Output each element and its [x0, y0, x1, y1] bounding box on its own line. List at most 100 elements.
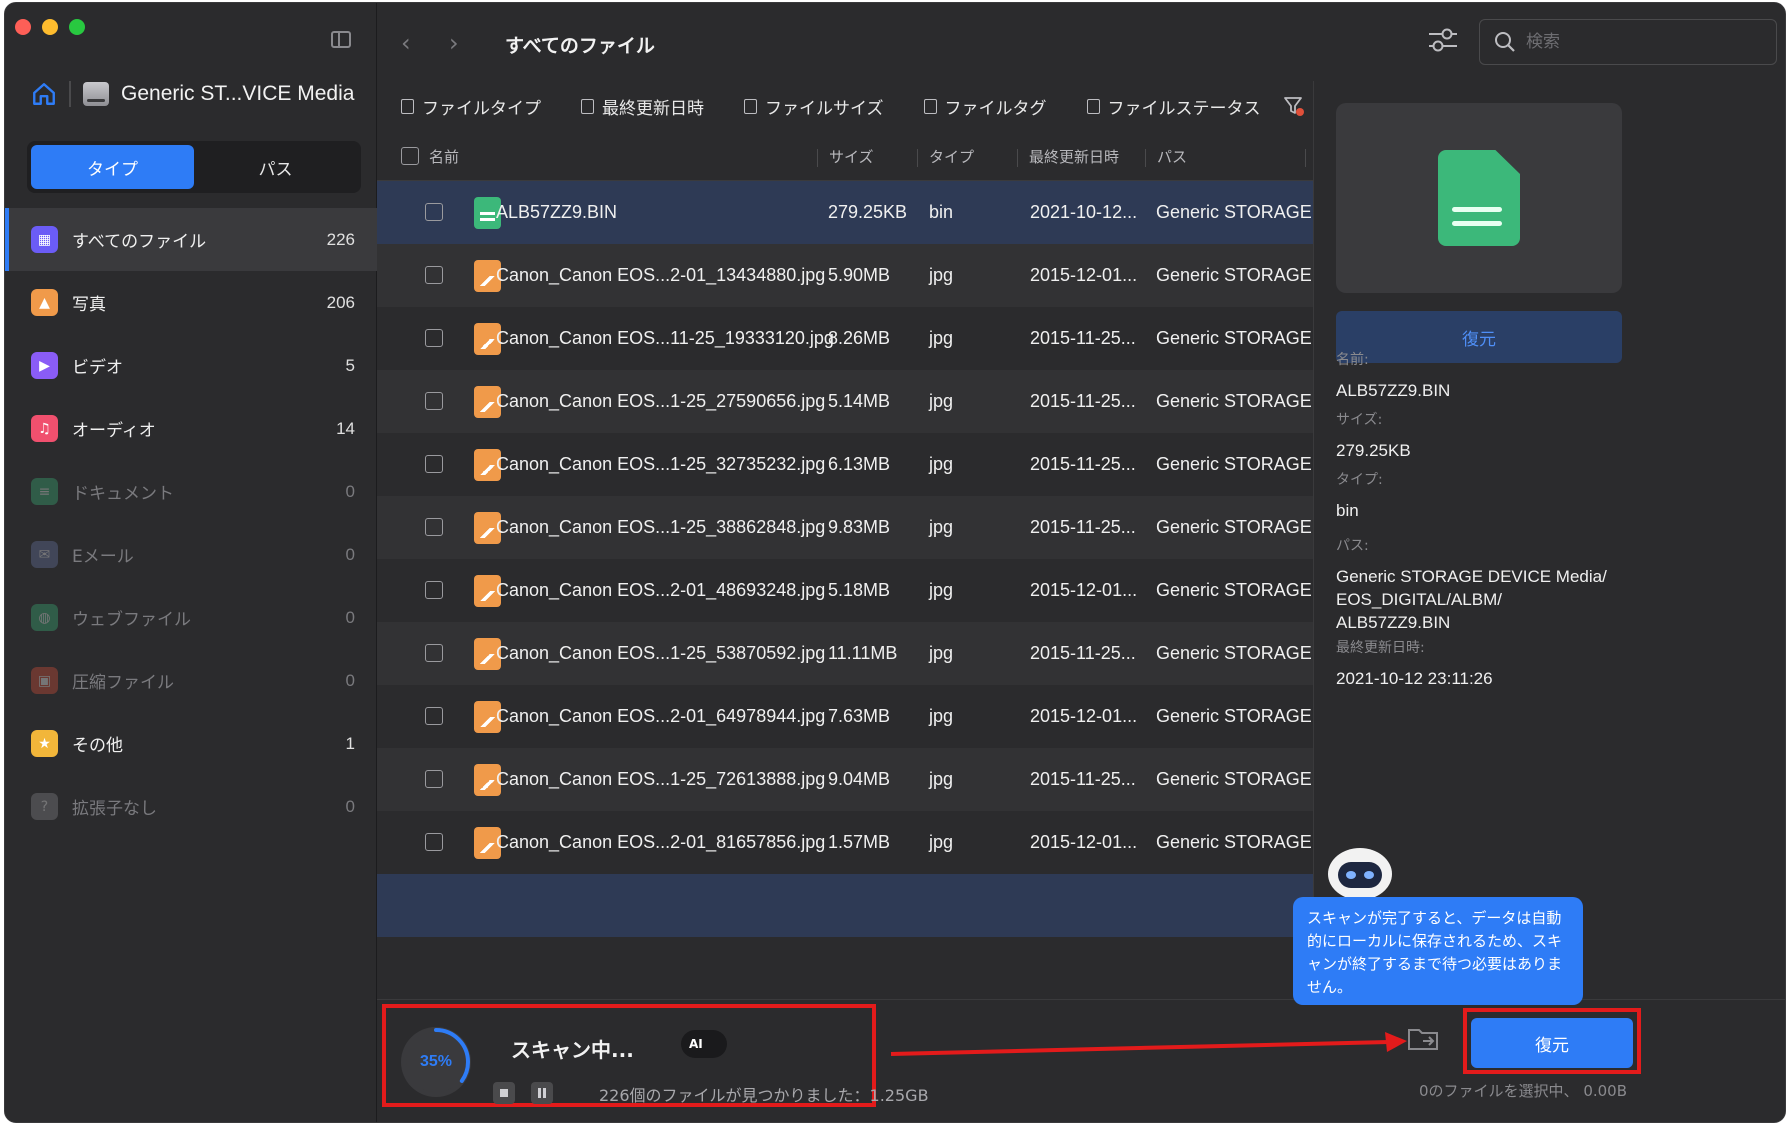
page-title: すべてのファイル [505, 35, 655, 57]
sidebar-category[interactable]: ★ その他 1 [5, 712, 377, 775]
folder-restore-icon[interactable] [1407, 1026, 1439, 1052]
sidebar-category[interactable]: ♫ オーディオ 14 [5, 397, 377, 460]
filter-file-status[interactable]: ファイルステータス [1086, 94, 1261, 119]
table-row[interactable]: ALB57ZZ9.BIN 279.25KB bin 2021-10-12... Gene… [377, 181, 1313, 244]
filter-file-size[interactable]: ファイルサイズ [744, 94, 884, 119]
file-name: ALB57ZZ9.BIN [496, 202, 618, 222]
column-path[interactable]: パス [1157, 146, 1187, 167]
window-controls [15, 19, 85, 35]
filter-file-type[interactable]: ファイルタイプ [401, 94, 541, 119]
file-modified: 2015-11-25... [1030, 643, 1136, 663]
table-row[interactable] [377, 874, 1313, 937]
category-icon: ▣ [31, 667, 58, 694]
category-count: 0 [345, 796, 355, 816]
category-count: 0 [345, 481, 355, 501]
filter-modified-date[interactable]: 最終更新日時 [581, 94, 704, 119]
row-checkbox[interactable] [425, 392, 443, 410]
row-checkbox[interactable] [425, 203, 443, 221]
file-name: Canon_Canon EOS...1-25_53870592.jpg [496, 643, 826, 663]
close-window-button[interactable] [15, 19, 31, 35]
file-path: Generic STORAGE... [1156, 769, 1313, 789]
forward-arrow-icon[interactable]: › [449, 29, 459, 57]
column-type[interactable]: タイプ [929, 146, 974, 167]
row-checkbox[interactable] [425, 266, 443, 284]
row-checkbox[interactable] [425, 455, 443, 473]
zoom-window-button[interactable] [69, 19, 85, 35]
column-modified[interactable]: 最終更新日時 [1029, 146, 1119, 167]
files-found-text: 226個のファイルが見つかりました：1.25GB [599, 1086, 929, 1105]
file-modified: 2015-12-01... [1030, 580, 1138, 600]
pause-scan-button[interactable] [531, 1082, 553, 1104]
sidebar-toggle-icon[interactable] [331, 31, 351, 48]
back-arrow-icon[interactable]: ‹ [401, 29, 411, 57]
device-name[interactable]: Generic ST...VICE Media [121, 82, 354, 106]
table-row[interactable]: Canon_Canon EOS...1-25_32735232.jpg 6.13M… [377, 433, 1313, 496]
minimize-window-button[interactable] [42, 19, 58, 35]
file-type: jpg [929, 643, 954, 663]
scan-status-title: スキャン中... [511, 1038, 634, 1062]
adjust-filter-icon[interactable] [1427, 25, 1459, 55]
category-count: 0 [345, 607, 355, 627]
select-all-checkbox[interactable] [401, 147, 419, 165]
file-type-icon [401, 98, 414, 114]
category-count: 0 [345, 670, 355, 690]
column-divider [1017, 149, 1018, 167]
funnel-icon[interactable] [1283, 95, 1305, 117]
table-row[interactable]: Canon_Canon EOS...2-01_48693248.jpg 5.18M… [377, 559, 1313, 622]
file-size: 9.83MB [828, 517, 891, 537]
file-path: Generic STORAGE... [1156, 706, 1313, 726]
search-input[interactable] [1526, 32, 1746, 52]
category-label: その他 [72, 736, 123, 756]
file-modified: 2015-12-01... [1030, 265, 1138, 285]
stop-scan-button[interactable] [493, 1082, 515, 1104]
home-icon[interactable] [31, 81, 57, 107]
sidebar-category[interactable]: ▣ 圧縮ファイル 0 [5, 649, 377, 712]
file-type: jpg [929, 706, 954, 726]
ai-toggle[interactable]: AI [681, 1030, 727, 1058]
sidebar-category[interactable]: ▲ 写真 206 [5, 271, 377, 334]
row-checkbox[interactable] [425, 329, 443, 347]
drive-icon [83, 82, 109, 106]
size-icon [744, 98, 757, 114]
category-count: 0 [345, 544, 355, 564]
file-name: Canon_Canon EOS...2-01_64978944.jpg [496, 706, 826, 726]
column-name[interactable]: 名前 [429, 146, 459, 167]
sidebar-category[interactable]: ? 拡張子なし 0 [5, 775, 377, 838]
file-size: 5.90MB [828, 265, 891, 285]
table-row[interactable]: Canon_Canon EOS...2-01_64978944.jpg 7.63M… [377, 685, 1313, 748]
calendar-icon [581, 98, 594, 114]
file-type: jpg [929, 454, 954, 474]
sidebar-category[interactable]: ◍ ウェブファイル 0 [5, 586, 377, 649]
filter-file-tag[interactable]: ファイルタグ [923, 94, 1047, 119]
sidebar-category[interactable]: ▶ ビデオ 5 [5, 334, 377, 397]
tab-path[interactable]: パス [194, 145, 357, 189]
table-row[interactable]: Canon_Canon EOS...1-25_53870592.jpg 11.11… [377, 622, 1313, 685]
table-row[interactable]: Canon_Canon EOS...11-25_19333120.jpg 8.26… [377, 307, 1313, 370]
row-checkbox[interactable] [425, 770, 443, 788]
meta-value: 279.25KB [1336, 441, 1411, 460]
tab-type[interactable]: タイプ [31, 145, 194, 189]
row-checkbox[interactable] [425, 581, 443, 599]
table-row[interactable]: Canon_Canon EOS...1-25_27590656.jpg 5.14M… [377, 370, 1313, 433]
view-mode-toggle: タイプ パス [27, 141, 361, 193]
column-size[interactable]: サイズ [829, 146, 874, 167]
table-row[interactable]: Canon_Canon EOS...2-01_81657856.jpg 1.57M… [377, 811, 1313, 874]
row-checkbox[interactable] [425, 518, 443, 536]
row-checkbox[interactable] [425, 833, 443, 851]
category-list: ▦ すべてのファイル 226 ▲ 写真 206 ▶ ビデオ 5 ♫ オーディオ 14 ≡ ドキュメント 0 ✉… [5, 208, 377, 838]
table-row[interactable]: Canon_Canon EOS...1-25_38862848.jpg 9.83M… [377, 496, 1313, 559]
table-row[interactable]: Canon_Canon EOS...2-01_13434880.jpg 5.90M… [377, 244, 1313, 307]
file-path: Generic STORAGE... [1156, 454, 1313, 474]
restore-button[interactable]: 復元 [1471, 1018, 1633, 1068]
sidebar-category[interactable]: ▦ すべてのファイル 226 [5, 208, 377, 271]
filter-label: ファイルタイプ [422, 98, 541, 119]
row-checkbox[interactable] [425, 644, 443, 662]
file-name: Canon_Canon EOS...1-25_72613888.jpg [496, 769, 826, 789]
device-breadcrumb: Generic ST...VICE Media [31, 81, 354, 107]
column-divider [917, 149, 918, 167]
row-checkbox[interactable] [425, 707, 443, 725]
table-row[interactable]: Canon_Canon EOS...1-25_72613888.jpg 9.04M… [377, 748, 1313, 811]
sidebar-category[interactable]: ≡ ドキュメント 0 [5, 460, 377, 523]
sidebar-category[interactable]: ✉ Eメール 0 [5, 523, 377, 586]
filter-label: ファイルステータス [1107, 98, 1261, 119]
